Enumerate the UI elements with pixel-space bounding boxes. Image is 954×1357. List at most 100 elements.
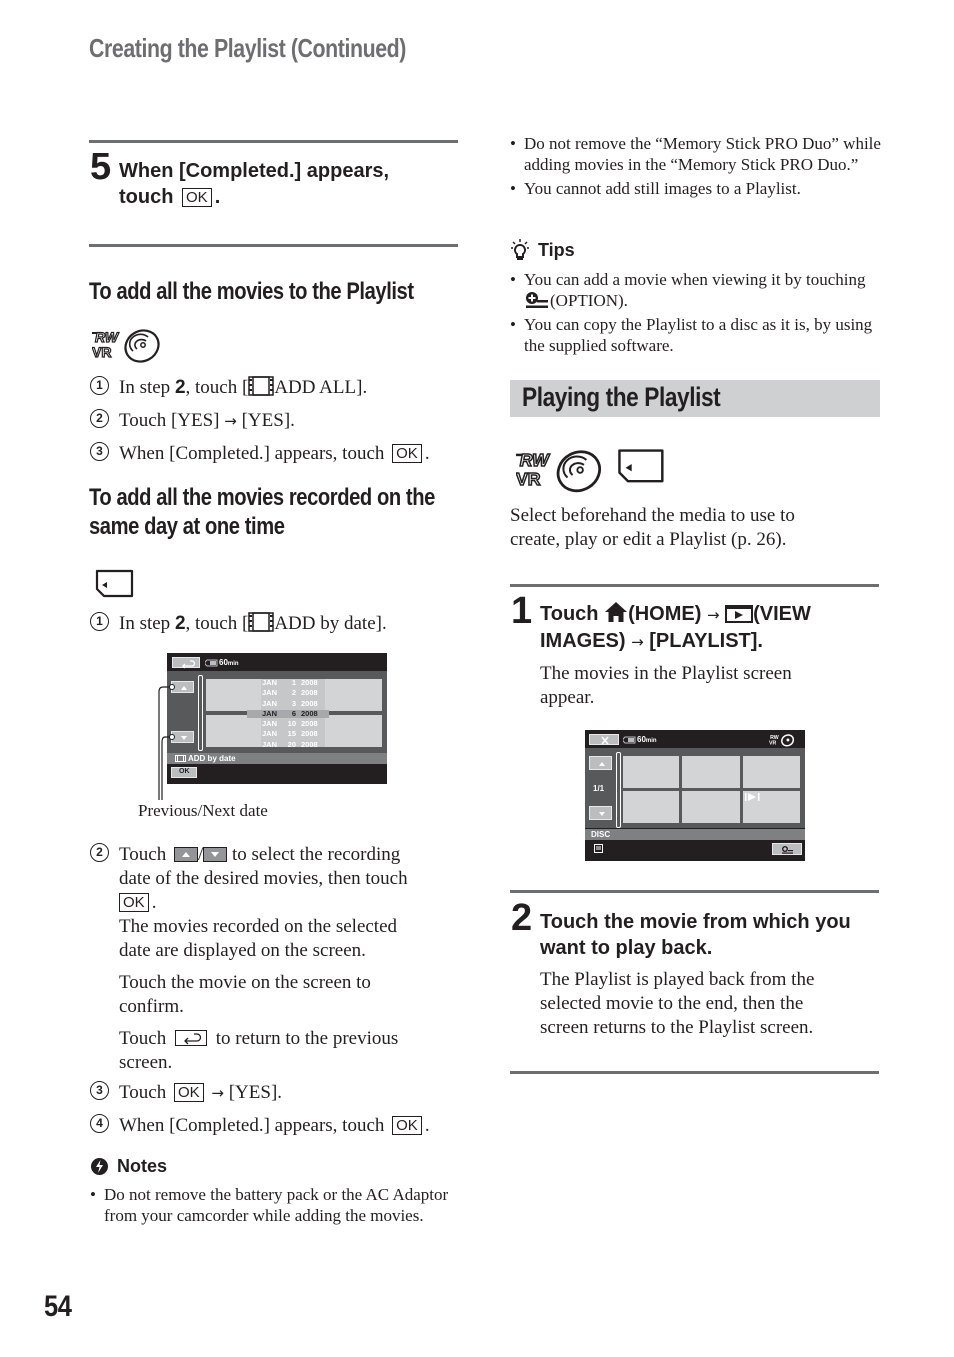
date-option[interactable]: JAN 10 2008 (262, 719, 322, 729)
step-circle: 3 (90, 442, 109, 461)
film-strip-icon (175, 755, 186, 762)
date-option[interactable]: JAN 15 2008 (262, 729, 322, 739)
page-number: 54 (44, 1290, 72, 1323)
callout-lines (155, 680, 175, 805)
svg-text:VR: VR (769, 740, 776, 746)
date-option[interactable]: JAN 2 2008 (262, 688, 322, 698)
list-item: 2 Touch / to select the recording date o… (90, 843, 470, 1075)
tips-title: Tips (538, 240, 575, 260)
notes-heading: Notes (90, 1155, 167, 1177)
media-label: DISC (591, 830, 611, 839)
step-text: In step 2, touch [ADD ALL]. (119, 376, 470, 400)
date-year: 2008 (301, 729, 318, 739)
text: When [Completed.] appears, touch (119, 443, 385, 464)
step-text: In step 2, touch [ADD by date]. (119, 612, 470, 636)
date-list[interactable]: JAN 1 2008 JAN 2 2008 JAN 3 2008 JAN 6 2008 JAN 10 200… (262, 678, 322, 750)
date-year: 2008 (301, 688, 318, 698)
ok-label: OK (179, 768, 190, 775)
tip-text: You can add a movie when viewing it by t… (524, 269, 885, 311)
list-item: 4 When [Completed.] appears, touch OK. (90, 1114, 470, 1138)
movie-thumbnail[interactable] (743, 791, 800, 823)
ok-button-icon: OK (119, 893, 149, 912)
text: Touch (119, 1082, 167, 1103)
dvd-rw-vr-disc-icon: RW VR (769, 733, 795, 747)
text: In step (119, 377, 175, 398)
return-icon (182, 660, 196, 669)
add-by-date-steps-3-4: 3 Touch OK → [YES]. 4 When [Completed.] … (90, 1081, 470, 1147)
date-year: 2008 (301, 719, 318, 729)
notes-icon (90, 1157, 109, 1176)
option-icon (524, 291, 550, 309)
text: IMAGES) (540, 630, 626, 652)
movie-thumbnail[interactable] (623, 791, 679, 823)
list-item: • You cannot add still images to a Playli… (510, 178, 885, 199)
tips-list: • You can add a movie when viewing it by … (510, 269, 885, 356)
thumbnail[interactable] (206, 715, 261, 747)
step-1-body: The movies in the Playlist screen appear… (540, 663, 792, 708)
down-arrow-icon (181, 736, 187, 740)
ok-button-icon: OK (173, 1083, 204, 1102)
line: The movies recorded on the selected (119, 916, 398, 937)
svg-text:VR: VR (516, 469, 541, 489)
text: When [Completed.] appears, touch (119, 1115, 385, 1136)
close-button[interactable] (589, 734, 619, 745)
return-button[interactable] (172, 657, 200, 669)
date-month: JAN (262, 719, 278, 729)
movie-thumbnail[interactable] (682, 791, 740, 823)
heading-line: To add all the movies recorded on the (89, 484, 435, 511)
ok-button-icon: OK (182, 188, 212, 207)
bullet: • (510, 315, 516, 334)
scrollbar[interactable] (198, 675, 203, 751)
step-5-touch-text: touch (119, 186, 174, 208)
tips-heading: Tips (510, 239, 575, 261)
svg-text:RW: RW (520, 450, 550, 470)
close-icon (601, 736, 609, 745)
date-year: 2008 (301, 698, 318, 708)
step-ref: 2 (174, 613, 186, 634)
date-month: JAN (262, 678, 278, 687)
up-arrow-button-icon (173, 847, 198, 862)
page-indicator: 1/1 (593, 784, 605, 793)
date-option[interactable]: JAN 1 2008 (262, 678, 322, 688)
dvd-rw-vr-disc-icon: RW VR (92, 327, 162, 363)
thumbnail[interactable] (206, 679, 261, 711)
movie-thumbnail[interactable] (682, 756, 740, 788)
step-circle: 2 (90, 843, 109, 862)
arrow-right-icon: → (706, 606, 720, 624)
thumbnail[interactable] (325, 679, 382, 711)
date-option[interactable]: JAN 3 2008 (262, 699, 322, 709)
list-item: 3 When [Completed.] appears, touch OK. (90, 442, 470, 466)
date-day: 1 (291, 678, 296, 687)
date-day: 10 (287, 719, 296, 729)
page-up-button[interactable] (589, 756, 612, 770)
movie-thumbnail[interactable] (743, 756, 800, 788)
bullet: • (510, 134, 516, 153)
add-all-heading: To add all the movies to the Playlist (89, 278, 414, 305)
intro-text: Select beforehand the media to use to cr… (510, 505, 795, 550)
ok-button-icon: OK (392, 444, 422, 463)
section-title: Playing the Playlist (522, 382, 721, 412)
section-title-bar: Playing the Playlist (510, 380, 880, 417)
text: ADD ALL]. (274, 377, 368, 398)
line: date are displayed on the screen. (119, 940, 366, 961)
date-option[interactable]: JAN 20 2008 (262, 740, 322, 750)
date-month: JAN (262, 688, 278, 698)
period: . (214, 186, 221, 208)
heading-line: same day at one time (89, 513, 285, 540)
list-item: • You can add a movie when viewing it by … (510, 269, 885, 311)
date-year: 2008 (301, 708, 318, 718)
date-month: JAN (262, 708, 278, 718)
page-down-button[interactable] (589, 806, 612, 820)
date-day: 15 (287, 729, 296, 739)
date-option[interactable]: JAN 6 2008 (262, 709, 322, 719)
step-circle: 1 (90, 376, 109, 395)
notes-title: Notes (117, 1156, 168, 1176)
thumbnail[interactable] (325, 715, 382, 747)
scrollbar[interactable] (616, 752, 621, 828)
remaining-time: 60min (219, 658, 239, 667)
text: You can add a movie when viewing it by t… (524, 270, 866, 289)
movie-thumbnail[interactable] (623, 756, 679, 788)
title-line: IMAGES) → [PLAYLIST]. (540, 628, 885, 655)
option-button[interactable] (772, 843, 802, 855)
callout-label: Previous/Next date (138, 801, 268, 820)
